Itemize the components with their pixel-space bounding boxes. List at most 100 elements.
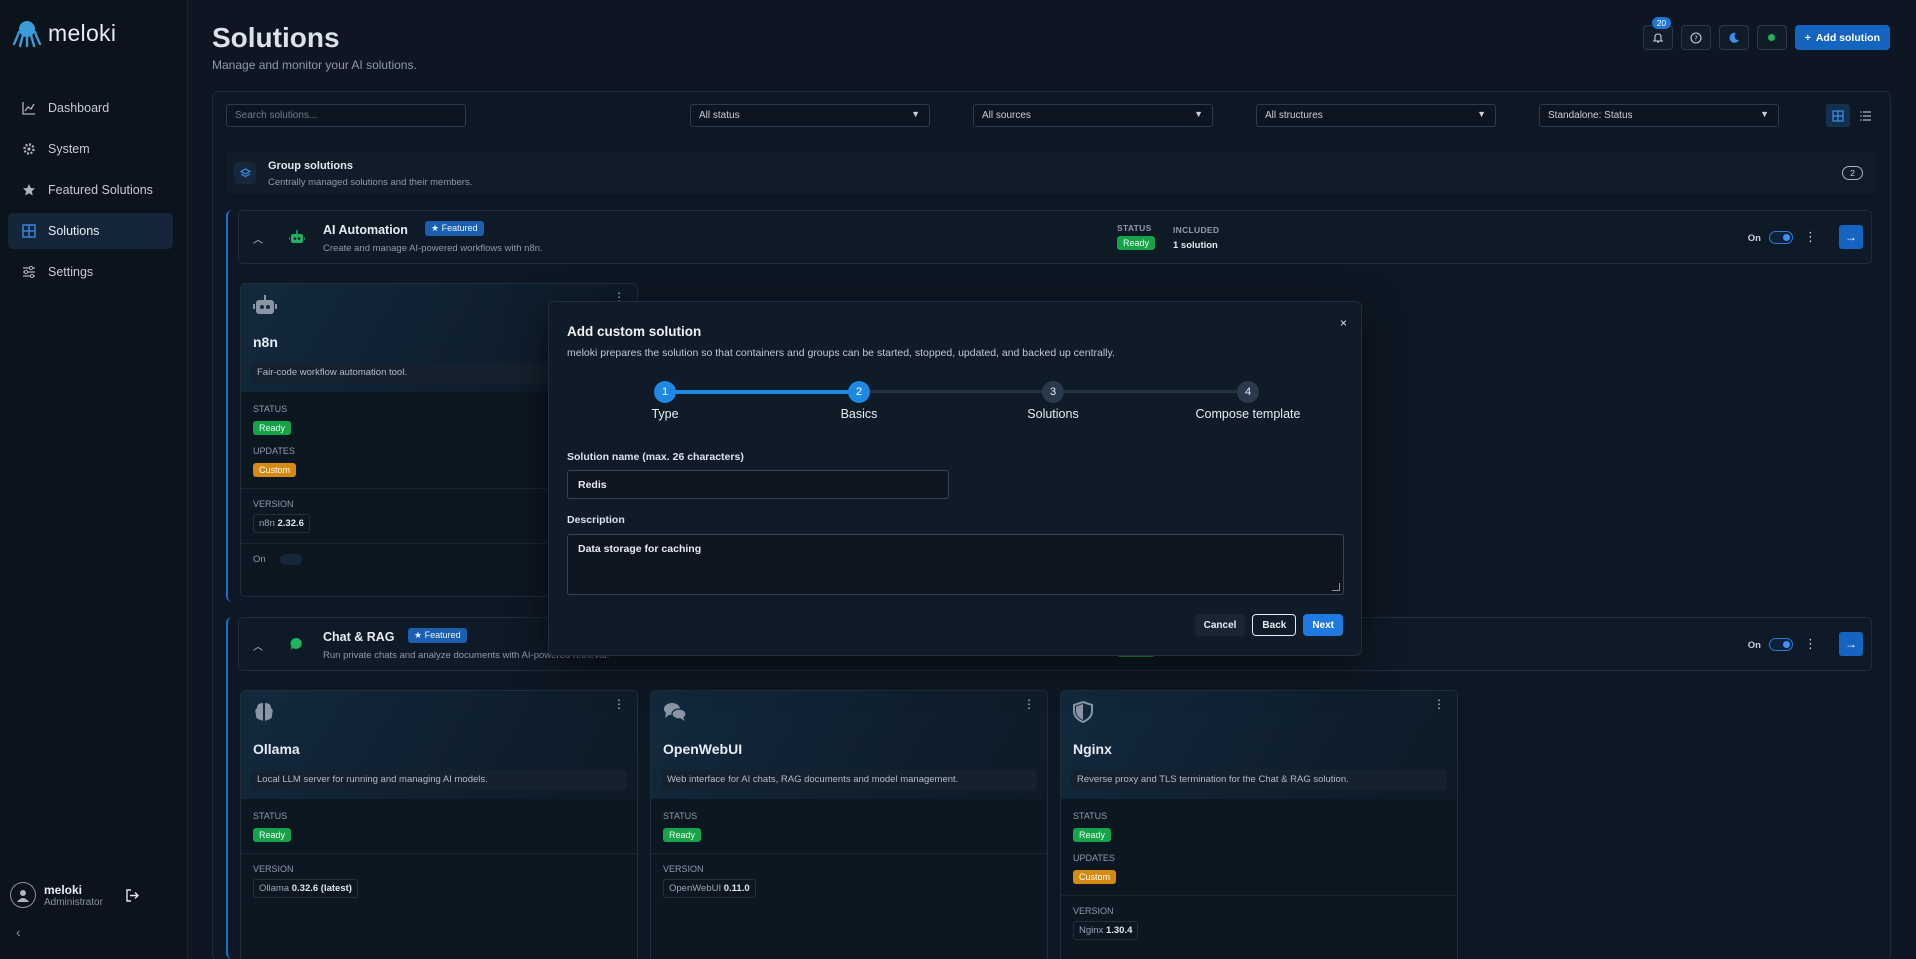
- card-header: ⋮ Ollama Local LLM server for running an…: [241, 691, 637, 799]
- list-view-button[interactable]: [1854, 104, 1878, 127]
- moon-icon: [1729, 32, 1739, 43]
- help-icon: ?: [1690, 31, 1702, 44]
- sidebar-item-featured-solutions[interactable]: Featured Solutions: [8, 172, 173, 208]
- sidebar-item-settings[interactable]: Settings: [8, 254, 173, 290]
- star-icon: [23, 184, 35, 196]
- step-basics[interactable]: 2 Basics: [799, 381, 919, 421]
- step-solutions[interactable]: 3 Solutions: [993, 381, 1113, 421]
- description-label: Description: [567, 514, 625, 526]
- group-count-badge: 2: [1842, 166, 1863, 180]
- step-type[interactable]: 1 Type: [605, 381, 725, 421]
- octopus-logo-icon: [12, 21, 42, 48]
- card-title: Ollama: [253, 741, 300, 757]
- step-label: Solutions: [1027, 407, 1079, 421]
- search-input[interactable]: Search solutions...: [226, 104, 466, 127]
- help-button[interactable]: ?: [1680, 25, 1711, 50]
- card-body: STATUS Ready VERSION Ollama 0.32.6 (late…: [241, 799, 637, 910]
- sources-filter-select[interactable]: All sources ▼: [973, 104, 1213, 127]
- version-tag: OpenWebUI 0.11.0: [663, 879, 756, 898]
- next-button[interactable]: Next: [1303, 614, 1343, 636]
- solution-card-nginx[interactable]: ⋮ Nginx Reverse proxy and TLS terminatio…: [1060, 690, 1458, 959]
- step-label: Compose template: [1195, 407, 1301, 421]
- version-value: 0.32.6 (latest): [291, 883, 352, 894]
- kebab-menu-icon[interactable]: ⋮: [613, 697, 625, 711]
- back-button[interactable]: Back: [1252, 614, 1297, 636]
- sidebar-item-label: Settings: [48, 265, 94, 279]
- sidebar-item-solutions[interactable]: Solutions: [8, 213, 173, 249]
- chevron-up-icon[interactable]: ︿: [253, 638, 263, 653]
- cancel-button[interactable]: Cancel: [1194, 614, 1246, 636]
- group-solutions-header[interactable]: Group solutions Centrally managed soluti…: [226, 152, 1876, 194]
- add-solution-button[interactable]: + Add solution: [1794, 25, 1890, 50]
- version-label: VERSION: [1073, 906, 1114, 916]
- version-prefix: OpenWebUI: [669, 883, 722, 894]
- card-title: n8n: [253, 334, 278, 350]
- sidebar-item-system[interactable]: System: [8, 131, 173, 167]
- logout-button[interactable]: [126, 889, 139, 907]
- featured-badge: ★ Featured: [408, 628, 467, 643]
- open-section-button[interactable]: →: [1839, 632, 1863, 656]
- status-badge: Ready: [1073, 828, 1112, 842]
- shield-icon: [1073, 700, 1093, 728]
- solution-card-ollama[interactable]: ⋮ Ollama Local LLM server for running an…: [240, 690, 638, 959]
- robot-icon: [288, 229, 306, 250]
- sidebar-item-label: Solutions: [48, 224, 100, 238]
- notification-badge: 20: [1651, 17, 1672, 29]
- app-logo[interactable]: meloki: [12, 18, 116, 48]
- card-toggle[interactable]: [279, 554, 302, 565]
- step-number: 2: [848, 381, 870, 403]
- kebab-menu-icon[interactable]: ⋮: [1023, 697, 1035, 711]
- kebab-menu-icon[interactable]: ⋮: [1804, 229, 1817, 245]
- collapse-sidebar-button[interactable]: ‹: [16, 924, 21, 940]
- included-label: INCLUDED: [1173, 225, 1220, 235]
- grid-view-button[interactable]: [1826, 104, 1850, 127]
- brain-icon: [253, 701, 275, 728]
- card-body: STATUS Ready UPDATES Custom VERSION Ngin…: [1061, 799, 1457, 952]
- step-compose-template[interactable]: 4 Compose template: [1188, 381, 1308, 421]
- kebab-menu-icon[interactable]: ⋮: [1804, 636, 1817, 652]
- grid-view-icon: [1832, 109, 1844, 122]
- status-badge: Ready: [253, 828, 292, 842]
- on-label: On: [253, 554, 266, 565]
- add-custom-solution-dialog: Add custom solution meloki prepares the …: [548, 301, 1362, 656]
- section-status: STATUS Ready: [1117, 223, 1156, 251]
- sort-select[interactable]: Standalone: Status ▼: [1539, 104, 1779, 127]
- robot-icon: [253, 294, 277, 321]
- open-section-button[interactable]: →: [1839, 225, 1863, 249]
- sidebar-item-dashboard[interactable]: Dashboard: [8, 90, 173, 126]
- description-textarea[interactable]: Data storage for caching: [567, 534, 1344, 595]
- logout-icon: [126, 889, 139, 902]
- close-icon[interactable]: ×: [1340, 316, 1347, 330]
- section-title: Chat & RAG: [323, 630, 395, 644]
- on-label: On: [1747, 640, 1761, 651]
- chevron-up-icon[interactable]: ︿: [253, 231, 263, 246]
- user-profile[interactable]: meloki Administrator: [10, 882, 103, 908]
- featured-label: Featured: [424, 630, 461, 640]
- group-title: Group solutions: [268, 160, 353, 172]
- kebab-menu-icon[interactable]: ⋮: [1433, 697, 1445, 711]
- add-solution-label: Add solution: [1815, 31, 1880, 44]
- section-toggle[interactable]: [1769, 638, 1793, 651]
- dialog-title: Add custom solution: [567, 324, 702, 339]
- theme-toggle-button[interactable]: [1718, 25, 1749, 50]
- status-indicator-button[interactable]: [1756, 25, 1787, 50]
- wizard-stepper: 1 Type 2 Basics 3 Solutions 4 Compose te…: [549, 381, 1363, 431]
- gear-icon: [23, 143, 35, 155]
- app-name: meloki: [48, 19, 117, 46]
- sidebar: meloki Dashboard System Featured Solutio…: [0, 0, 188, 959]
- notifications-button[interactable]: 20: [1642, 17, 1673, 50]
- resize-handle-icon[interactable]: [1332, 583, 1340, 591]
- structures-filter-select[interactable]: All structures ▼: [1256, 104, 1496, 127]
- updates-label: UPDATES: [1073, 853, 1115, 863]
- solution-card-openwebui[interactable]: ⋮ OpenWebUI Web interface for AI chats, …: [650, 690, 1048, 959]
- chat-bubbles-icon: [663, 701, 687, 728]
- card-title: OpenWebUI: [663, 741, 743, 757]
- divider: [1061, 895, 1457, 896]
- divider: [651, 853, 1047, 854]
- sidebar-item-label: Dashboard: [48, 101, 110, 115]
- solution-name-input[interactable]: Redis: [567, 470, 949, 499]
- version-prefix: Ollama: [259, 883, 290, 894]
- section-header[interactable]: ︿ AI Automation ★ Featured Create and ma…: [238, 210, 1872, 264]
- status-filter-select[interactable]: All status ▼: [690, 104, 930, 127]
- section-toggle[interactable]: [1769, 231, 1793, 244]
